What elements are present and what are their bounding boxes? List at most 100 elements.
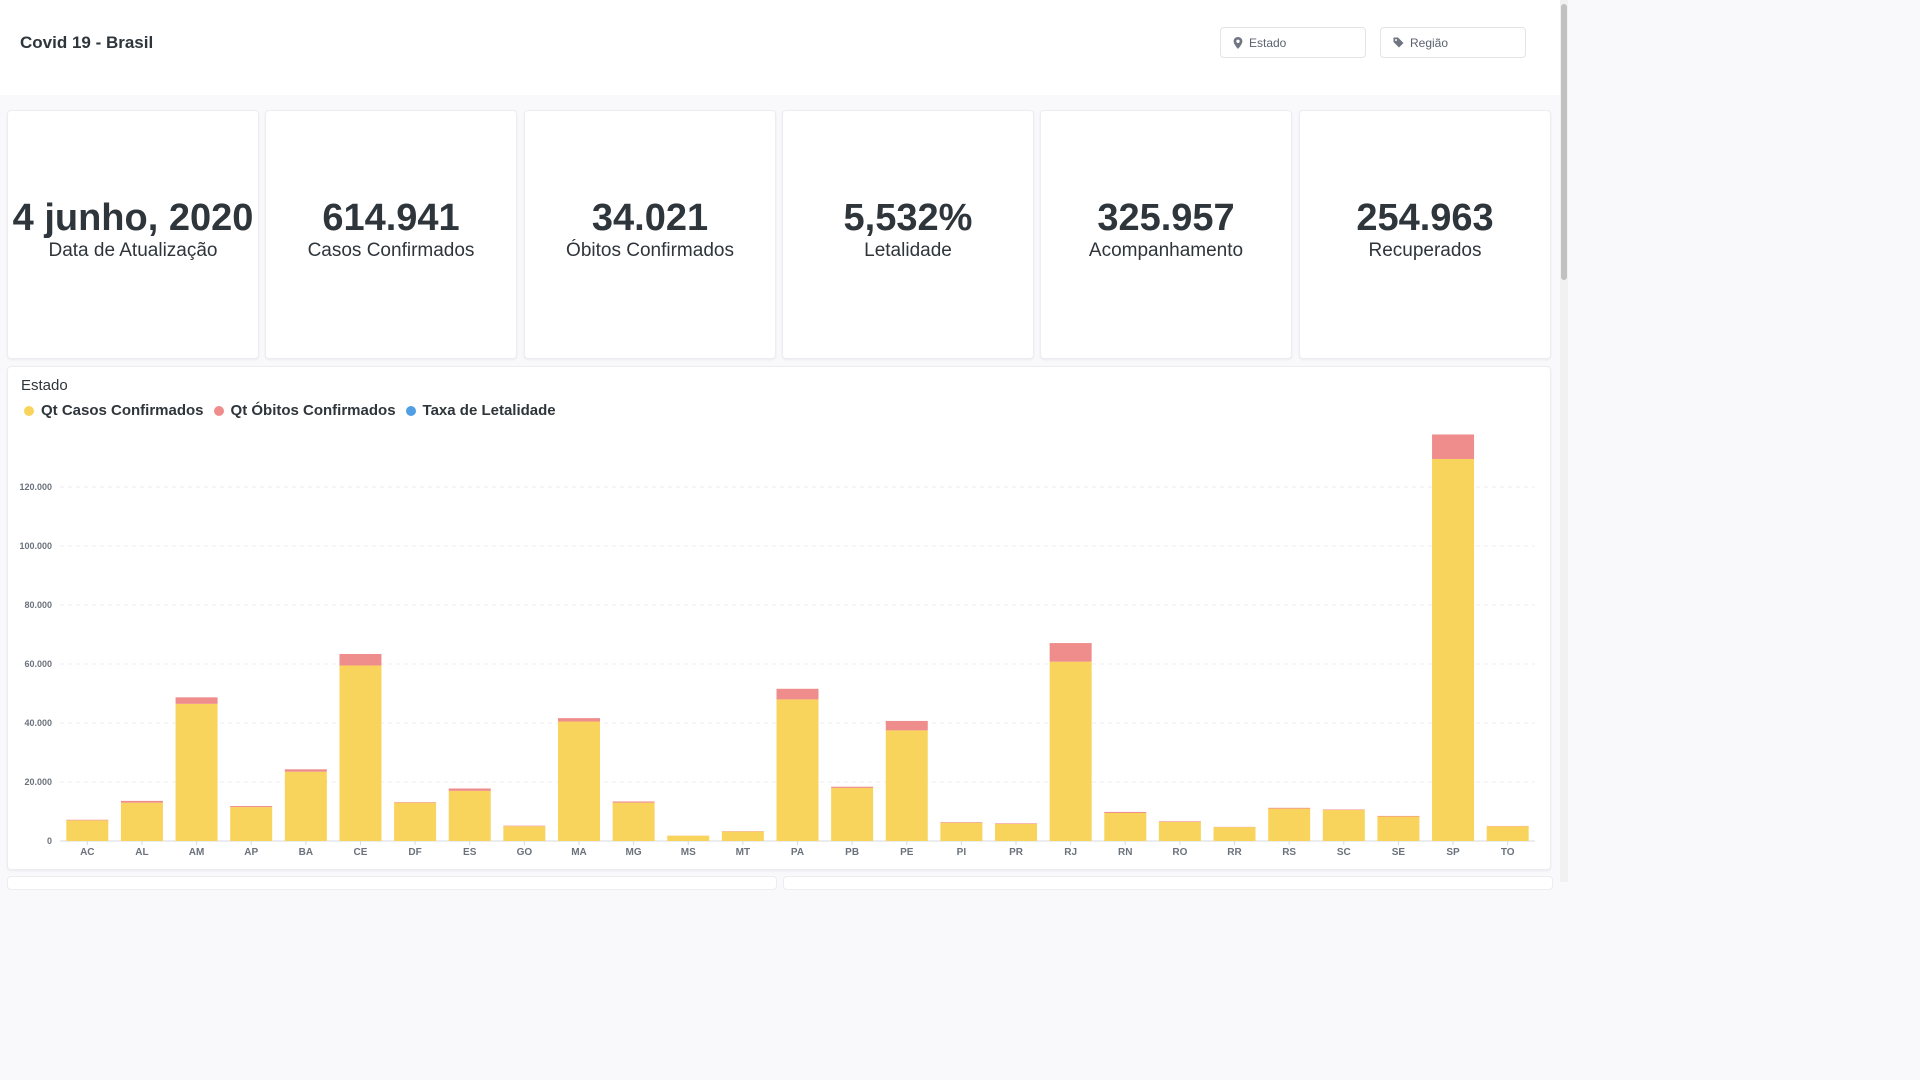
card-casos-confirmados: 614.941 Casos Confirmados — [265, 110, 517, 359]
bar-obitos-ap — [230, 806, 273, 808]
bar-casos-pi — [940, 822, 983, 841]
x-tick-label: DF — [408, 847, 421, 858]
dashboard-title: Covid 19 - Brasil — [20, 33, 154, 52]
y-tick-label: 120.000 — [19, 482, 52, 492]
card-label: Data de Atualização — [48, 239, 218, 261]
bar-casos-se — [1377, 816, 1420, 841]
card-label: Letalidade — [864, 239, 952, 261]
y-tick-label: 20.000 — [24, 777, 52, 787]
card-label: Casos Confirmados — [307, 239, 475, 261]
y-tick-label: 80.000 — [24, 600, 52, 610]
bar-casos-pb — [831, 787, 874, 841]
bar-obitos-rn — [1104, 811, 1147, 813]
bar-casos-sp — [1432, 458, 1475, 841]
bar-obitos-am — [175, 697, 218, 704]
bar-obitos-ma — [557, 718, 600, 722]
x-tick-label: PE — [900, 847, 914, 858]
bar-casos-mg — [612, 802, 655, 841]
x-tick-label: BA — [299, 847, 313, 858]
chart-card-estado: Estado Qt Casos Confirmados Qt Óbitos Co… — [7, 366, 1551, 870]
card-value: 325.957 — [1097, 196, 1235, 239]
bar-casos-pr — [995, 823, 1038, 841]
bar-casos-ba — [284, 771, 327, 841]
y-tick-label: 0 — [47, 836, 52, 846]
filter-regiao[interactable]: Região — [1380, 27, 1526, 58]
bar-casos-df — [394, 802, 437, 841]
bar-casos-ro — [1158, 821, 1201, 841]
bar-casos-rn — [1104, 812, 1147, 841]
bar-casos-mt — [721, 831, 764, 841]
bar-obitos-pb — [831, 786, 874, 788]
bar-casos-rj — [1049, 661, 1092, 841]
bar-casos-rr — [1213, 827, 1256, 841]
bar-obitos-pa — [776, 688, 819, 700]
bar-casos-ce — [339, 665, 382, 841]
bar-casos-al — [120, 802, 163, 841]
bar-casos-rs — [1268, 808, 1311, 841]
card-label: Óbitos Confirmados — [566, 239, 734, 261]
bar-casos-es — [448, 790, 491, 841]
bar-obitos-ce — [339, 653, 382, 666]
y-tick-label: 40.000 — [24, 718, 52, 728]
scrollbar-thumb[interactable] — [1561, 4, 1567, 280]
card-value: 5,532% — [843, 196, 973, 239]
bar-casos-ma — [557, 721, 600, 841]
x-tick-label: CE — [354, 847, 368, 858]
filter-regiao-label: Região — [1410, 35, 1449, 50]
bar-casos-pe — [885, 730, 928, 841]
x-tick-label: RO — [1172, 847, 1187, 858]
bar-obitos-es — [448, 788, 491, 791]
x-tick-label: SC — [1337, 847, 1351, 858]
y-tick-label: 100.000 — [19, 541, 52, 551]
bar-obitos-al — [120, 800, 163, 803]
location-pin-icon — [1233, 36, 1243, 49]
bar-casos-am — [175, 703, 218, 841]
x-tick-label: MS — [681, 847, 696, 858]
bar-obitos-ro — [1158, 821, 1201, 822]
filter-estado[interactable]: Estado — [1220, 27, 1366, 58]
card-obitos-confirmados: 34.021 Óbitos Confirmados — [524, 110, 776, 359]
bar-obitos-sc — [1322, 809, 1365, 811]
filter-estado-label: Estado — [1249, 35, 1287, 50]
next-card-left — [7, 876, 777, 890]
bar-casos-ac — [66, 820, 109, 841]
x-tick-label: ES — [463, 847, 477, 858]
bar-obitos-pr — [995, 823, 1038, 824]
card-letalidade: 5,532% Letalidade — [782, 110, 1034, 359]
x-tick-label: SP — [1446, 847, 1460, 858]
bar-casos-to — [1486, 826, 1529, 841]
bar-chart: 0 20.000 40.000 60.000 80.000 100.000 120.000 A… — [19, 434, 1535, 858]
x-tick-label: AC — [80, 847, 94, 858]
bar-obitos-df — [394, 802, 437, 803]
bar-obitos-sp — [1432, 434, 1475, 459]
bar-casos-ms — [667, 835, 710, 841]
bar-obitos-rs — [1268, 807, 1311, 809]
card-value: 254.963 — [1356, 196, 1494, 239]
x-tick-label: MG — [626, 847, 642, 858]
x-tick-label: PI — [957, 847, 967, 858]
card-value: 4 junho, 2020 — [12, 196, 254, 239]
bar-casos-sc — [1322, 810, 1365, 841]
x-tick-label: AM — [189, 847, 205, 858]
x-tick-label: TO — [1501, 847, 1515, 858]
next-card-right — [783, 876, 1553, 890]
bar-casos-go — [503, 826, 546, 841]
x-tick-label: GO — [517, 847, 533, 858]
tag-icon — [1393, 37, 1404, 48]
bar-obitos-go — [503, 825, 546, 827]
card-value: 34.021 — [591, 196, 709, 239]
bar-obitos-ac — [66, 819, 109, 821]
bar-obitos-pe — [885, 720, 928, 731]
x-tick-label: RJ — [1064, 847, 1077, 858]
card-label: Acompanhamento — [1088, 239, 1244, 261]
x-tick-label: PA — [791, 847, 804, 858]
card-value: 614.941 — [322, 196, 460, 239]
x-tick-label: RS — [1282, 847, 1296, 858]
x-tick-label: RR — [1227, 847, 1242, 858]
card-data-atualizacao: 4 junho, 2020 Data de Atualização — [7, 110, 259, 359]
x-tick-label: PB — [845, 847, 859, 858]
bar-obitos-mg — [612, 801, 655, 803]
card-label: Recuperados — [1368, 239, 1482, 261]
bar-casos-ap — [230, 807, 273, 841]
x-tick-label: MA — [571, 847, 587, 858]
